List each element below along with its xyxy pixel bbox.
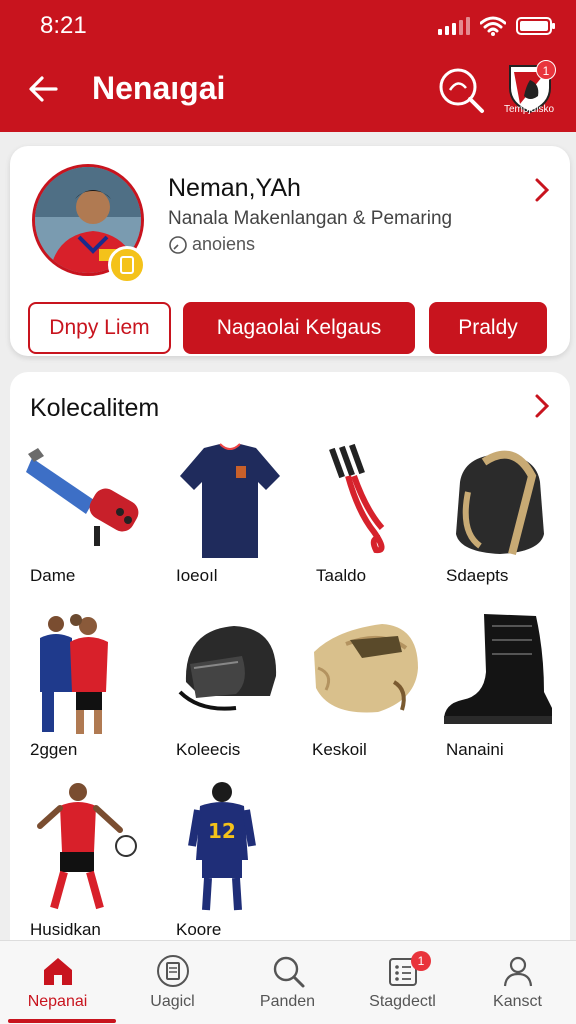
bedroll-icon bbox=[314, 624, 418, 713]
profile-subtitle: Nanala Makenlangan & Pemaring bbox=[168, 208, 453, 229]
clock-icon bbox=[169, 235, 187, 254]
nav-item-grid[interactable]: 1 Stagdectl bbox=[345, 941, 460, 1024]
helmet-icon bbox=[178, 626, 277, 711]
launcher-icon bbox=[26, 448, 139, 546]
team-players-icon bbox=[40, 614, 108, 734]
search-icon bbox=[273, 956, 305, 988]
profile-meta-text: anoiens bbox=[192, 234, 256, 254]
team-label: Tempjdisko bbox=[503, 104, 555, 115]
chevron-right-icon[interactable] bbox=[532, 392, 552, 420]
item-label: Husidkan bbox=[30, 920, 101, 939]
nav-item-home[interactable]: Nepanai bbox=[0, 941, 116, 1024]
collection-item[interactable]: 12 Koore bbox=[170, 780, 300, 940]
item-label: 2ggen bbox=[30, 740, 78, 759]
collection-item[interactable]: 2ggen bbox=[24, 612, 154, 772]
profile-icon bbox=[503, 956, 533, 987]
cable-icon bbox=[329, 443, 385, 554]
nav-label: Panden bbox=[259, 993, 316, 1010]
back-arrow-icon[interactable] bbox=[26, 72, 60, 106]
secondary-button[interactable]: Praldy bbox=[429, 302, 547, 354]
collection-item[interactable]: Dame bbox=[24, 442, 154, 602]
nav-item-profile[interactable]: Kansct bbox=[460, 941, 575, 1024]
svg-text:12: 12 bbox=[208, 819, 236, 843]
battery-icon bbox=[516, 17, 555, 35]
player-kick-icon bbox=[37, 783, 137, 910]
primary-button[interactable]: Nagaolai Kelgaus bbox=[183, 302, 415, 354]
wifi-icon bbox=[480, 16, 506, 36]
chevron-right-icon[interactable] bbox=[532, 176, 552, 204]
item-label: Koleecis bbox=[176, 740, 241, 759]
collection-item[interactable]: Keskoil bbox=[306, 612, 436, 772]
collection-section: Kolecalitem Dame Ioeoıl Taaldo Sdaepts 2… bbox=[10, 372, 570, 952]
team-notification-badge: 1 bbox=[536, 60, 556, 80]
status-icons bbox=[438, 16, 555, 36]
home-icon bbox=[44, 958, 72, 985]
item-label: Nanaini bbox=[446, 740, 504, 759]
collection-item[interactable]: Ioeoıl bbox=[170, 442, 300, 602]
collection-item[interactable]: Husidkan bbox=[24, 780, 154, 940]
item-label: Ioeoıl bbox=[176, 566, 218, 585]
nav-item-search[interactable]: Panden bbox=[230, 941, 345, 1024]
app-header: 8:21 Nenaıgai 1 Tempjdisko bbox=[0, 0, 576, 132]
document-icon bbox=[157, 955, 189, 987]
profile-card: Neman,YAh Nanala Makenlangan & Pemaring … bbox=[10, 146, 570, 356]
nav-label: Nepanai bbox=[27, 993, 88, 1010]
section-title: Kolecalitem bbox=[30, 394, 160, 422]
nav-item-document[interactable]: Uagicl bbox=[115, 941, 230, 1024]
profile-name: Neman,YAh bbox=[168, 174, 301, 202]
nav-notification-badge: 1 bbox=[411, 951, 431, 971]
collection-item[interactable]: Taaldo bbox=[310, 442, 440, 602]
collection-item[interactable]: Koleecis bbox=[170, 612, 300, 772]
jersey-icon bbox=[180, 443, 280, 558]
item-label: Sdaepts bbox=[446, 566, 509, 585]
backpack-icon bbox=[456, 450, 544, 555]
player-back-icon: 12 bbox=[188, 782, 256, 911]
search-icon[interactable] bbox=[436, 66, 486, 114]
item-label: Taaldo bbox=[316, 566, 367, 585]
status-time: 8:21 bbox=[40, 12, 87, 39]
nav-label: Stagdectl bbox=[369, 993, 436, 1010]
status-bar: 8:21 bbox=[0, 0, 576, 52]
collection-item[interactable]: Nanaini bbox=[440, 612, 570, 772]
bottom-navigation: Nepanai Uagicl Panden 1 Stagdectl Kansct bbox=[0, 940, 576, 1024]
signal-icon bbox=[438, 17, 470, 35]
item-label: Keskoil bbox=[312, 740, 367, 759]
nav-label: Uagicl bbox=[150, 993, 195, 1010]
boot-icon bbox=[444, 614, 552, 724]
nav-label: Kansct bbox=[493, 993, 542, 1010]
page-title: Nenaıgai bbox=[92, 70, 226, 106]
item-label: Koore bbox=[176, 920, 222, 939]
profile-meta: anoiens bbox=[168, 234, 255, 255]
active-indicator bbox=[8, 1019, 116, 1023]
verified-badge-icon bbox=[108, 246, 146, 284]
item-label: Dame bbox=[30, 566, 76, 585]
outline-button[interactable]: Dnpy Liem bbox=[28, 302, 171, 354]
collection-item[interactable]: Sdaepts bbox=[440, 442, 570, 602]
